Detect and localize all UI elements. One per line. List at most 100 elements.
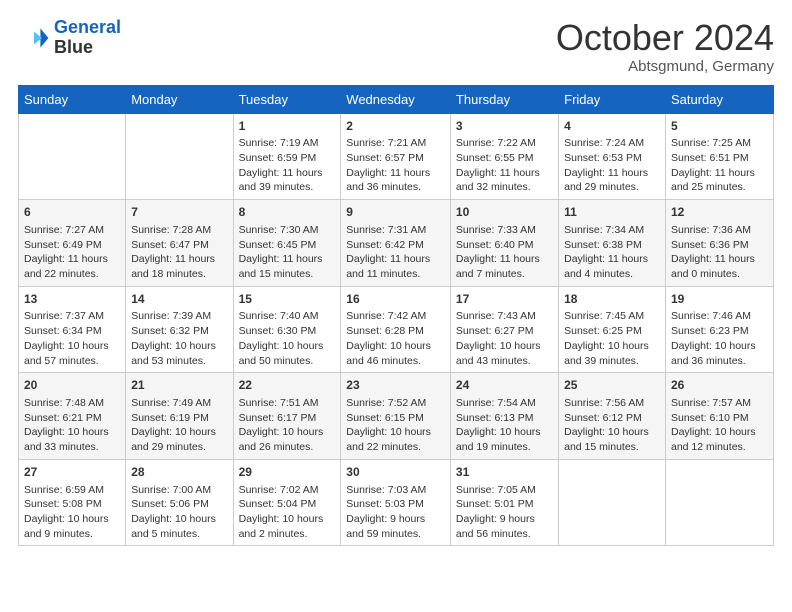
calendar: SundayMondayTuesdayWednesdayThursdayFrid… xyxy=(18,85,774,547)
logo-blue: Blue xyxy=(54,37,93,57)
calendar-cell: 5Sunrise: 7:25 AMSunset: 6:51 PMDaylight… xyxy=(665,113,773,200)
cell-info: Sunrise: 6:59 AMSunset: 5:08 PMDaylight:… xyxy=(24,483,120,542)
cell-info: Sunrise: 7:48 AMSunset: 6:21 PMDaylight:… xyxy=(24,396,120,455)
calendar-week-row: 27 Sunrise: 6:59 AMSunset: 5:08 PMDayligh… xyxy=(19,459,774,546)
calendar-cell: 3Sunrise: 7:22 AMSunset: 6:55 PMDaylight… xyxy=(450,113,558,200)
calendar-cell: 11 Sunrise: 7:34 AMSunset: 6:38 PMDayligh… xyxy=(559,200,666,287)
cell-day: 29 xyxy=(239,464,336,481)
calendar-cell: 15Sunrise: 7:40 AMSunset: 6:30 PMDayligh… xyxy=(233,286,341,373)
calendar-cell: 10 Sunrise: 7:33 AMSunset: 6:40 PMDayligh… xyxy=(450,200,558,287)
day-of-week-header: Tuesday xyxy=(233,85,341,113)
cell-day: 26 xyxy=(671,377,768,394)
cell-info: Sunrise: 7:39 AMSunset: 6:32 PMDaylight:… xyxy=(131,309,227,368)
calendar-cell: 7 Sunrise: 7:28 AMSunset: 6:47 PMDaylight… xyxy=(126,200,233,287)
cell-info: Sunrise: 7:27 AMSunset: 6:49 PMDaylight:… xyxy=(24,223,120,282)
cell-day: 27 xyxy=(24,464,120,481)
calendar-cell xyxy=(126,113,233,200)
logo: General Blue xyxy=(18,18,121,58)
calendar-cell: 19Sunrise: 7:46 AMSunset: 6:23 PMDayligh… xyxy=(665,286,773,373)
cell-day: 4 xyxy=(564,118,660,135)
calendar-cell xyxy=(19,113,126,200)
cell-info: Sunrise: 7:33 AMSunset: 6:40 PMDaylight:… xyxy=(456,223,553,282)
cell-day: 2 xyxy=(346,118,445,135)
calendar-cell xyxy=(559,459,666,546)
calendar-week-row: 6 Sunrise: 7:27 AMSunset: 6:49 PMDaylight… xyxy=(19,200,774,287)
cell-info: Sunrise: 7:49 AMSunset: 6:19 PMDaylight:… xyxy=(131,396,227,455)
logo-general: General xyxy=(54,17,121,37)
calendar-cell: 21 Sunrise: 7:49 AMSunset: 6:19 PMDayligh… xyxy=(126,373,233,460)
cell-day: 3 xyxy=(456,118,553,135)
cell-day: 11 xyxy=(564,204,660,221)
cell-day: 30 xyxy=(346,464,445,481)
cell-info: Sunrise: 7:00 AMSunset: 5:06 PMDaylight:… xyxy=(131,483,227,542)
calendar-cell: 25Sunrise: 7:56 AMSunset: 6:12 PMDayligh… xyxy=(559,373,666,460)
cell-day: 31 xyxy=(456,464,553,481)
cell-day: 19 xyxy=(671,291,768,308)
cell-info: Sunrise: 7:34 AMSunset: 6:38 PMDaylight:… xyxy=(564,223,660,282)
cell-info: Sunrise: 7:25 AMSunset: 6:51 PMDaylight:… xyxy=(671,136,768,195)
page: General Blue October 2024 Abtsgmund, Ger… xyxy=(0,0,792,564)
cell-day: 1 xyxy=(239,118,336,135)
calendar-cell: 28Sunrise: 7:00 AMSunset: 5:06 PMDayligh… xyxy=(126,459,233,546)
calendar-cell: 24Sunrise: 7:54 AMSunset: 6:13 PMDayligh… xyxy=(450,373,558,460)
cell-info: Sunrise: 7:52 AMSunset: 6:15 PMDaylight:… xyxy=(346,396,445,455)
cell-day: 23 xyxy=(346,377,445,394)
header: General Blue October 2024 Abtsgmund, Ger… xyxy=(18,18,774,75)
cell-day: 8 xyxy=(239,204,336,221)
cell-day: 25 xyxy=(564,377,660,394)
cell-info: Sunrise: 7:57 AMSunset: 6:10 PMDaylight:… xyxy=(671,396,768,455)
cell-info: Sunrise: 7:37 AMSunset: 6:34 PMDaylight:… xyxy=(24,309,120,368)
calendar-week-row: 13Sunrise: 7:37 AMSunset: 6:34 PMDayligh… xyxy=(19,286,774,373)
logo-icon xyxy=(18,22,50,54)
cell-day: 16 xyxy=(346,291,445,308)
calendar-header-row: SundayMondayTuesdayWednesdayThursdayFrid… xyxy=(19,85,774,113)
calendar-cell: 29 Sunrise: 7:02 AMSunset: 5:04 PMDayligh… xyxy=(233,459,341,546)
title-block: October 2024 Abtsgmund, Germany xyxy=(556,18,774,75)
cell-info: Sunrise: 7:36 AMSunset: 6:36 PMDaylight:… xyxy=(671,223,768,282)
cell-info: Sunrise: 7:21 AMSunset: 6:57 PMDaylight:… xyxy=(346,136,445,195)
day-of-week-header: Wednesday xyxy=(341,85,451,113)
calendar-week-row: 20Sunrise: 7:48 AMSunset: 6:21 PMDayligh… xyxy=(19,373,774,460)
cell-day: 5 xyxy=(671,118,768,135)
day-of-week-header: Friday xyxy=(559,85,666,113)
cell-day: 22 xyxy=(239,377,336,394)
cell-info: Sunrise: 7:03 AMSunset: 5:03 PMDaylight:… xyxy=(346,483,445,542)
cell-info: Sunrise: 7:31 AMSunset: 6:42 PMDaylight:… xyxy=(346,223,445,282)
calendar-cell: 20Sunrise: 7:48 AMSunset: 6:21 PMDayligh… xyxy=(19,373,126,460)
cell-info: Sunrise: 7:30 AMSunset: 6:45 PMDaylight:… xyxy=(239,223,336,282)
cell-info: Sunrise: 7:51 AMSunset: 6:17 PMDaylight:… xyxy=(239,396,336,455)
calendar-week-row: 1Sunrise: 7:19 AMSunset: 6:59 PMDaylight… xyxy=(19,113,774,200)
cell-day: 10 xyxy=(456,204,553,221)
day-of-week-header: Thursday xyxy=(450,85,558,113)
cell-info: Sunrise: 7:22 AMSunset: 6:55 PMDaylight:… xyxy=(456,136,553,195)
location: Abtsgmund, Germany xyxy=(556,58,774,75)
cell-day: 9 xyxy=(346,204,445,221)
cell-info: Sunrise: 7:45 AMSunset: 6:25 PMDaylight:… xyxy=(564,309,660,368)
calendar-cell: 22 Sunrise: 7:51 AMSunset: 6:17 PMDayligh… xyxy=(233,373,341,460)
calendar-cell xyxy=(665,459,773,546)
cell-info: Sunrise: 7:40 AMSunset: 6:30 PMDaylight:… xyxy=(239,309,336,368)
day-of-week-header: Monday xyxy=(126,85,233,113)
cell-info: Sunrise: 7:24 AMSunset: 6:53 PMDaylight:… xyxy=(564,136,660,195)
cell-info: Sunrise: 7:19 AMSunset: 6:59 PMDaylight:… xyxy=(239,136,336,195)
cell-day: 24 xyxy=(456,377,553,394)
calendar-cell: 23 Sunrise: 7:52 AMSunset: 6:15 PMDayligh… xyxy=(341,373,451,460)
calendar-cell: 17Sunrise: 7:43 AMSunset: 6:27 PMDayligh… xyxy=(450,286,558,373)
cell-day: 21 xyxy=(131,377,227,394)
calendar-cell: 18Sunrise: 7:45 AMSunset: 6:25 PMDayligh… xyxy=(559,286,666,373)
cell-day: 18 xyxy=(564,291,660,308)
cell-day: 14 xyxy=(131,291,227,308)
cell-info: Sunrise: 7:02 AMSunset: 5:04 PMDaylight:… xyxy=(239,483,336,542)
cell-day: 13 xyxy=(24,291,120,308)
calendar-cell: 26 Sunrise: 7:57 AMSunset: 6:10 PMDayligh… xyxy=(665,373,773,460)
cell-day: 6 xyxy=(24,204,120,221)
day-of-week-header: Sunday xyxy=(19,85,126,113)
month-year: October 2024 xyxy=(556,18,774,58)
calendar-cell: 12Sunrise: 7:36 AMSunset: 6:36 PMDayligh… xyxy=(665,200,773,287)
cell-info: Sunrise: 7:43 AMSunset: 6:27 PMDaylight:… xyxy=(456,309,553,368)
calendar-cell: 14Sunrise: 7:39 AMSunset: 6:32 PMDayligh… xyxy=(126,286,233,373)
cell-info: Sunrise: 7:05 AMSunset: 5:01 PMDaylight:… xyxy=(456,483,553,542)
cell-info: Sunrise: 7:42 AMSunset: 6:28 PMDaylight:… xyxy=(346,309,445,368)
cell-day: 7 xyxy=(131,204,227,221)
cell-info: Sunrise: 7:28 AMSunset: 6:47 PMDaylight:… xyxy=(131,223,227,282)
